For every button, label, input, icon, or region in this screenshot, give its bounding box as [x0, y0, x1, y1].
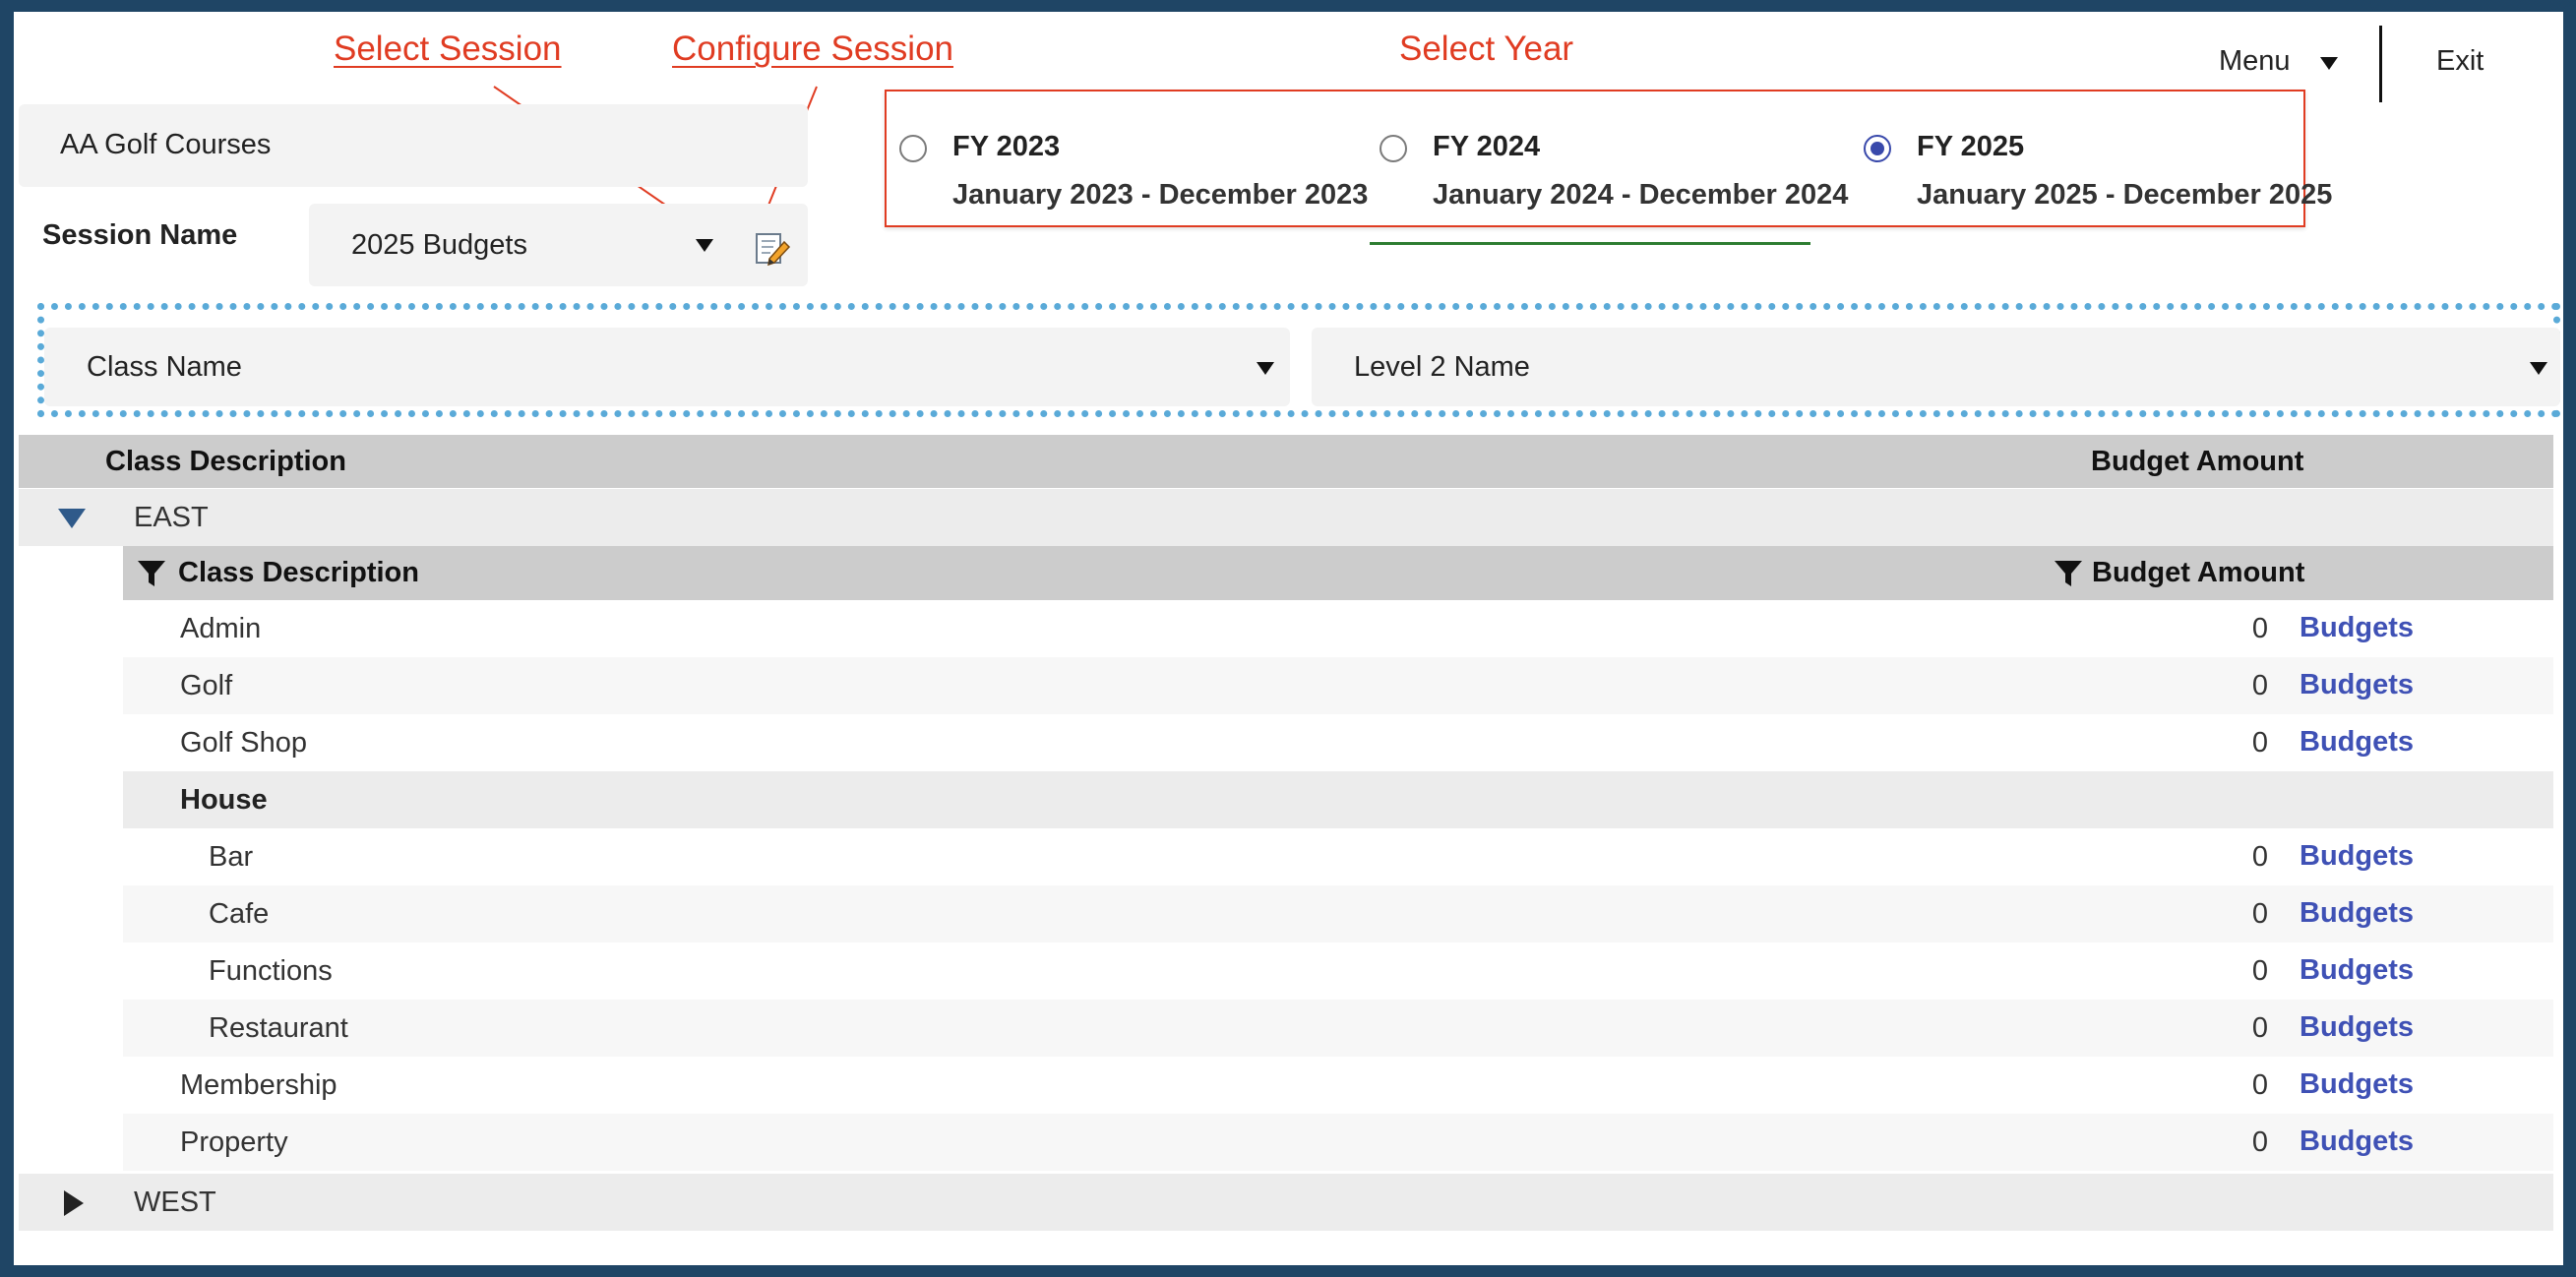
menu-label[interactable]: Menu [2219, 45, 2291, 78]
year-focus-underline [1370, 242, 1810, 245]
row-label: Bar [209, 841, 254, 873]
row-label: Golf [180, 670, 233, 701]
table-row: Admin 0 Budgets [123, 600, 2553, 657]
level2-name-filter-label: Level 2 Name [1354, 351, 1530, 383]
table-row: Property 0 Budgets [123, 1114, 2553, 1171]
table-row: Restaurant 0 Budgets [123, 1000, 2553, 1057]
menu-chevron-down-icon[interactable] [2320, 57, 2338, 70]
row-amount: 0 [2251, 1012, 2268, 1044]
level2-name-filter[interactable]: Level 2 Name [1312, 328, 2560, 406]
budgets-link[interactable]: Budgets [2300, 954, 2414, 987]
row-amount: 0 [2251, 727, 2268, 759]
edit-session-icon[interactable] [754, 229, 791, 267]
sub-col-class-description[interactable]: Class Description [178, 557, 419, 589]
year-label-fy2023: FY 2023 [952, 131, 1061, 162]
year-range-fy2024: January 2024 - December 2024 [1433, 179, 1849, 211]
table-row: Golf Shop 0 Budgets [123, 714, 2553, 771]
radio-fy2025[interactable] [1864, 135, 1891, 162]
company-name: AA Golf Courses [60, 129, 272, 160]
radio-fy2023[interactable] [899, 135, 927, 162]
year-label-fy2024: FY 2024 [1433, 131, 1541, 162]
row-amount: 0 [2251, 841, 2268, 873]
filter-funnel-icon[interactable] [2054, 559, 2083, 588]
grouping-filters: Class Name Level 2 Name [37, 303, 2560, 417]
grid-header: Class Description Budget Amount [19, 435, 2553, 488]
table-row: Functions 0 Budgets [123, 943, 2553, 1000]
exit-button[interactable]: Exit [2436, 45, 2484, 78]
row-amount: 0 [2251, 670, 2268, 701]
session-select-value: 2025 Budgets [351, 229, 527, 261]
row-amount: 0 [2251, 1126, 2268, 1158]
radio-fy2024[interactable] [1380, 135, 1407, 162]
table-row: Membership 0 Budgets [123, 1057, 2553, 1114]
class-name-filter-label: Class Name [87, 351, 242, 383]
table-row: Bar 0 Budgets [123, 828, 2553, 885]
row-label: Membership [180, 1069, 337, 1101]
annotation-configure-session: Configure Session [672, 30, 953, 68]
row-amount: 0 [2251, 1069, 2268, 1101]
annotation-select-session: Select Session [334, 30, 562, 68]
row-label: Functions [209, 955, 333, 987]
row-label: Cafe [209, 898, 270, 930]
app-window: Select Session Configure Session Select … [14, 12, 2563, 1265]
year-range-fy2025: January 2025 - December 2025 [1917, 179, 2333, 211]
row-label: Admin [180, 613, 262, 644]
group-name-east: EAST [134, 502, 209, 533]
class-name-filter[interactable]: Class Name [44, 328, 1290, 406]
budgets-link[interactable]: Budgets [2300, 840, 2414, 873]
sub-grid-header: Class Description Budget Amount [123, 546, 2553, 600]
budgets-link[interactable]: Budgets [2300, 1125, 2414, 1158]
year-range-fy2023: January 2023 - December 2023 [952, 179, 1369, 211]
collapsed-triangle-icon[interactable] [64, 1190, 84, 1216]
group-row-east[interactable]: EAST [19, 489, 2553, 546]
row-label: House [180, 784, 268, 816]
group-name-west: WEST [134, 1186, 216, 1218]
budgets-link[interactable]: Budgets [2300, 612, 2414, 644]
session-select[interactable]: 2025 Budgets [309, 204, 808, 286]
col-class-description[interactable]: Class Description [105, 446, 346, 478]
table-row: Golf 0 Budgets [123, 657, 2553, 714]
row-label: Restaurant [209, 1012, 348, 1044]
row-amount: 0 [2251, 613, 2268, 644]
budgets-link[interactable]: Budgets [2300, 897, 2414, 930]
session-name-label: Session Name [42, 219, 238, 251]
row-label: Golf Shop [180, 727, 307, 759]
budgets-link[interactable]: Budgets [2300, 1068, 2414, 1101]
row-label: Property [180, 1126, 288, 1158]
toolbar-divider [2379, 26, 2382, 102]
expanded-triangle-icon[interactable] [58, 509, 86, 528]
year-selector: FY 2023 January 2023 - December 2023 FY … [885, 90, 2332, 227]
budgets-link[interactable]: Budgets [2300, 726, 2414, 759]
company-display: AA Golf Courses [19, 104, 808, 187]
budgets-link[interactable]: Budgets [2300, 669, 2414, 701]
group-row-west[interactable]: WEST [19, 1174, 2553, 1231]
chevron-down-icon [2530, 362, 2547, 375]
col-budget-amount[interactable]: Budget Amount [2091, 446, 2303, 478]
chevron-down-icon [1257, 362, 1274, 375]
chevron-down-icon [696, 239, 713, 252]
budgets-link[interactable]: Budgets [2300, 1011, 2414, 1044]
sub-col-budget-amount[interactable]: Budget Amount [2092, 557, 2304, 589]
table-row: Cafe 0 Budgets [123, 885, 2553, 943]
filter-funnel-icon[interactable] [137, 559, 166, 588]
subgroup-row-house[interactable]: House [123, 771, 2553, 828]
row-amount: 0 [2251, 955, 2268, 987]
row-amount: 0 [2251, 898, 2268, 930]
annotation-select-year: Select Year [1399, 30, 1574, 68]
year-label-fy2025: FY 2025 [1917, 131, 2025, 162]
